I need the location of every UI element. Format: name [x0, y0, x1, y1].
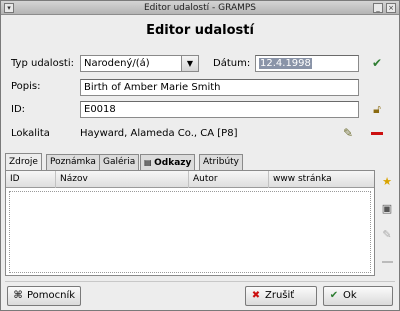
tab-gallery[interactable]: Galéria [99, 154, 140, 171]
help-button[interactable]: ⌘ Pomocník [7, 286, 81, 306]
tab-references[interactable]: ▤ Odkazy [140, 154, 196, 171]
tab-references-label: Odkazy [154, 158, 192, 168]
cancel-button-label: Zrušiť [265, 290, 295, 301]
remove-icon[interactable] [370, 126, 384, 140]
event-type-label: Typ udalosti: [11, 58, 74, 69]
help-button-label: Pomocník [27, 290, 76, 301]
sources-list[interactable] [9, 191, 371, 273]
place-label: Lokalita [11, 128, 50, 139]
minimize-icon[interactable]: _ [373, 3, 383, 13]
description-label: Popis: [11, 81, 41, 92]
close-icon[interactable]: × [386, 3, 396, 13]
tab-attributes[interactable]: Atribúty [199, 154, 243, 171]
description-value: Birth of Amber Marie Smith [84, 82, 221, 93]
date-label: Dátum: [213, 58, 251, 69]
cancel-button[interactable]: ✖ Zrušiť [245, 286, 317, 306]
table-header: ID Názov Autor www stránka [6, 171, 374, 188]
window-title: Editor udalostí - GRAMPS [143, 3, 257, 13]
edit-source-icon[interactable]: ✎ [379, 226, 395, 244]
window-menu-icon[interactable]: ▾ [4, 3, 14, 13]
ok-icon: ✔ [329, 290, 339, 301]
id-value: E0018 [84, 104, 116, 115]
column-web-page[interactable]: www stránka [269, 171, 374, 188]
ok-button-label: Ok [343, 290, 357, 301]
ok-button[interactable]: ✔ Ok [323, 286, 393, 306]
date-field[interactable]: 12.4.1998 [255, 55, 359, 72]
sources-panel: ID Názov Autor www stránka [5, 170, 375, 276]
cancel-icon: ✖ [251, 290, 261, 301]
divider [5, 281, 395, 282]
title-bar[interactable]: ▾ Editor udalostí - GRAMPS _ × [1, 1, 399, 15]
references-icon: ▤ [144, 158, 155, 167]
place-value: Hayward, Alameda Co., CA [P8] [80, 128, 238, 139]
star-add-icon[interactable]: ★ [379, 173, 395, 191]
column-author[interactable]: Autor [189, 171, 269, 188]
event-editor-window: ▾ Editor udalostí - GRAMPS _ × Editor ud… [0, 0, 400, 311]
padlock-icon[interactable]: 🔓︎ [370, 102, 384, 116]
tab-notes[interactable]: Poznámka [46, 154, 100, 171]
date-value: 12.4.1998 [259, 58, 312, 69]
id-field[interactable]: E0018 [80, 101, 359, 118]
chevron-down-icon[interactable]: ▼ [181, 56, 198, 71]
tab-sources[interactable]: Zdroje [5, 153, 42, 171]
remove-source-icon[interactable] [379, 253, 395, 271]
help-icon: ⌘ [13, 290, 23, 301]
edit-icon[interactable]: ✎ [341, 126, 355, 140]
checkmark-icon: ✔ [371, 56, 383, 70]
event-type-combo[interactable]: Narodený/(á) ▼ [80, 55, 199, 72]
description-field[interactable]: Birth of Amber Marie Smith [80, 79, 359, 96]
column-title[interactable]: Názov [56, 171, 189, 188]
event-type-value: Narodený/(á) [84, 58, 150, 69]
column-id[interactable]: ID [6, 171, 56, 188]
dialog-heading: Editor udalostí [146, 23, 254, 38]
id-label: ID: [11, 104, 26, 115]
share-icon[interactable]: ▣ [379, 200, 395, 218]
